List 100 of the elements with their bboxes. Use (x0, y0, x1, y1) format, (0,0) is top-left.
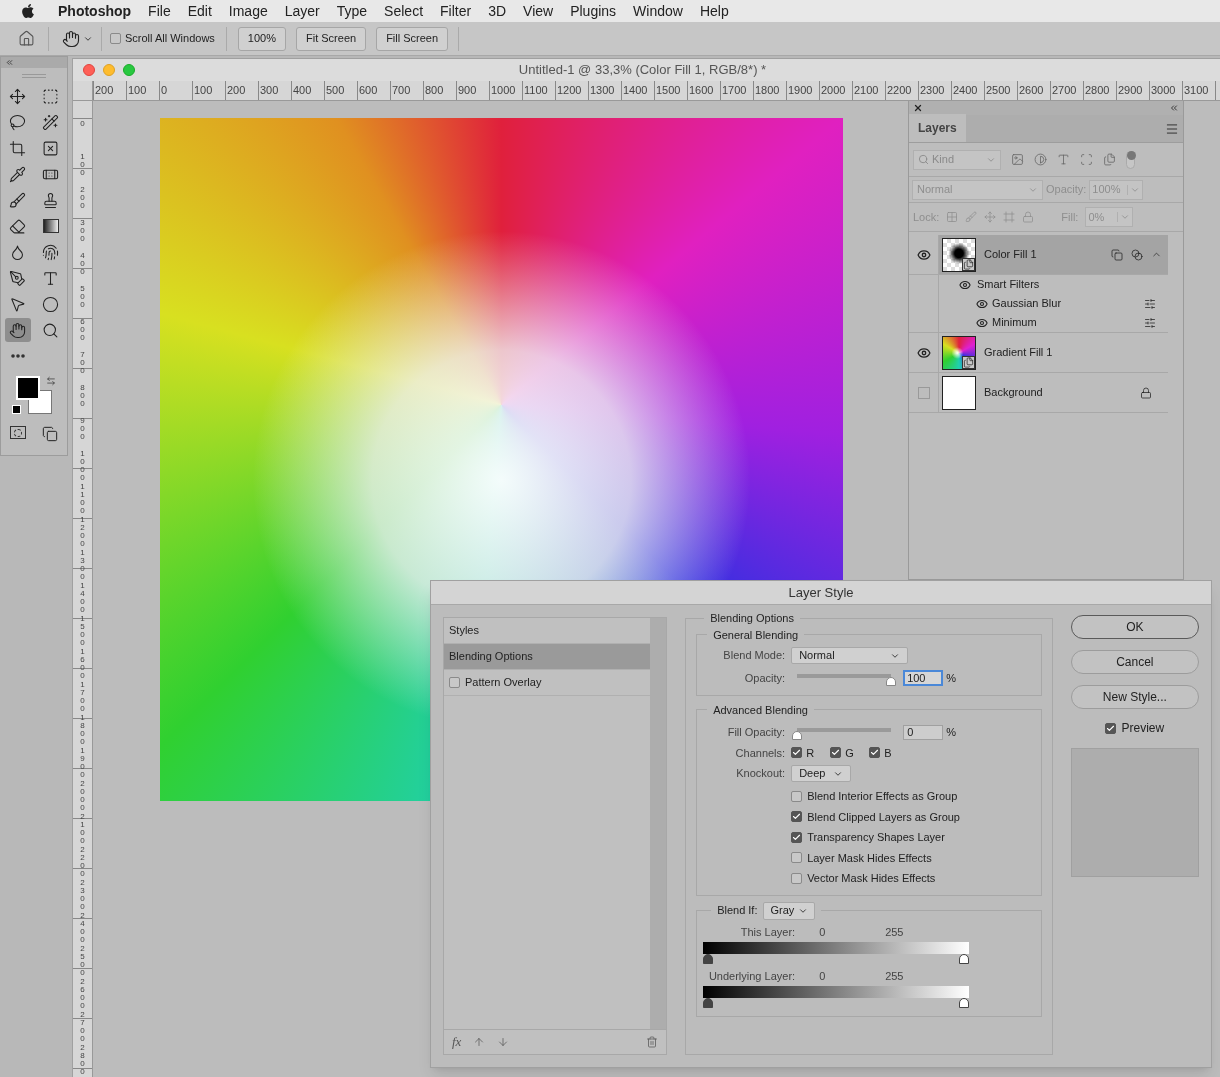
checkbox[interactable] (869, 747, 881, 759)
blend-mode-dropdown[interactable]: Normal (791, 647, 909, 664)
checkbox[interactable] (791, 872, 803, 884)
layer-row[interactable]: Color Fill 1 (939, 235, 1168, 274)
menu-item[interactable]: Image (228, 0, 268, 22)
channel-label: R (806, 745, 815, 761)
droplet-icon (9, 243, 26, 261)
checkbox[interactable] (449, 677, 460, 688)
style-list-item[interactable]: Blending Options (444, 644, 651, 670)
ruler-label: 1200 (79, 516, 86, 547)
menu-item[interactable]: Window (633, 0, 683, 22)
slider-thumb[interactable] (703, 953, 714, 964)
home-icon[interactable] (18, 30, 35, 47)
trash-icon[interactable] (646, 1036, 659, 1048)
slider-thumb[interactable] (886, 677, 897, 687)
zoom-button[interactable]: Fill Screen (376, 26, 449, 51)
knockout-label: Knockout: (735, 766, 787, 782)
ruler-label: 2900 (1117, 83, 1143, 98)
menu-item[interactable]: Plugins (570, 0, 617, 22)
filter-name[interactable]: Minimum (992, 314, 1140, 331)
collapse-icon[interactable] (5, 58, 14, 67)
menu-item[interactable]: View (523, 0, 554, 22)
dialog-title: Layer Style (788, 583, 854, 602)
opacity-field[interactable]: 100 (903, 670, 944, 687)
dialog-button[interactable]: New Style... (1070, 685, 1199, 709)
menu-item[interactable]: Edit (187, 0, 212, 22)
zoom-button[interactable]: Fit Screen (296, 26, 367, 51)
ruler-label: 0 (160, 83, 168, 98)
slider-label: Underlying Layer: (708, 969, 796, 985)
filter-options-icon[interactable] (1144, 297, 1156, 310)
checkbox[interactable] (791, 811, 803, 823)
menu-item[interactable]: Help (699, 0, 729, 22)
menu-item[interactable]: Layer (284, 0, 320, 22)
blend-if-dropdown[interactable]: Gray (763, 901, 816, 920)
filter-name[interactable]: Gaussian Blur (992, 295, 1140, 312)
fill-opacity-field[interactable]: 0 (903, 724, 944, 740)
visibility-toggle[interactable] (976, 316, 988, 329)
preview-checkbox[interactable] (1105, 722, 1117, 734)
checkbox[interactable] (830, 747, 842, 759)
visibility-toggle[interactable] (917, 386, 930, 399)
chevron-down-icon (1120, 212, 1131, 222)
layer-name: Gradient Fill 1 (984, 345, 1054, 361)
blend-mode-label: Blend Mode: (722, 648, 787, 664)
style-list-item[interactable]: Pattern Overlay (444, 670, 651, 696)
slider-value: 255 (885, 970, 904, 983)
checkbox[interactable] (791, 790, 803, 802)
menu-item[interactable]: File (148, 0, 171, 22)
ruler-label: 1000 (490, 83, 516, 98)
ruler-label: 1500 (655, 83, 681, 98)
menu-item[interactable]: 3D (488, 0, 507, 22)
ruler-label: 2200 (79, 846, 86, 877)
layer-row[interactable]: Background (939, 373, 1168, 412)
gradient-icon (42, 219, 59, 233)
eraser-icon (9, 217, 26, 235)
screen-mode-icon[interactable] (42, 426, 58, 442)
slider-thumb[interactable] (959, 953, 970, 964)
ruler-label: 200 (79, 186, 86, 212)
knockout-dropdown[interactable]: Deep (791, 765, 852, 782)
layers-tab[interactable]: Layers (909, 114, 966, 142)
checkbox[interactable] (110, 33, 121, 44)
checkbox[interactable] (791, 852, 803, 864)
ruler-label: 700 (79, 351, 86, 377)
menu-item[interactable]: Select (384, 0, 424, 22)
tool-preset-picker[interactable] (62, 29, 93, 48)
filter-options-icon[interactable] (1144, 316, 1156, 329)
checker-icon[interactable] (946, 211, 959, 223)
checkbox[interactable] (791, 747, 803, 759)
ruler-label: 500 (79, 285, 86, 311)
close-window-button[interactable] (83, 64, 95, 76)
fx-button[interactable]: fx (452, 1032, 462, 1052)
apple-icon[interactable] (20, 3, 36, 19)
slider-thumb[interactable] (792, 731, 803, 741)
slider-thumb[interactable] (959, 997, 970, 1008)
ruler-label: 2500 (79, 945, 86, 976)
visibility-toggle[interactable] (916, 247, 931, 262)
app-menu[interactable]: Photoshop (58, 0, 132, 22)
checkbox[interactable] (791, 831, 803, 843)
visibility-toggle[interactable] (959, 278, 971, 291)
ruler-label: 1900 (787, 83, 813, 98)
ruler-label: 600 (79, 318, 86, 344)
visibility-toggle[interactable] (916, 345, 931, 360)
blend-if-label: Blend If: (717, 903, 758, 919)
menu-item[interactable]: Type (336, 0, 368, 22)
zoom-button[interactable]: 100% (237, 26, 286, 51)
layer-row[interactable]: Gradient Fill 1 (939, 333, 1168, 372)
ruler-label: 700 (391, 83, 411, 98)
quick-mask-icon[interactable] (10, 426, 26, 439)
visibility-toggle[interactable] (976, 297, 988, 310)
slider-thumb[interactable] (703, 997, 714, 1008)
dialog-button[interactable]: Cancel (1070, 650, 1199, 674)
tool-button[interactable] (4, 318, 31, 342)
dialog-button[interactable]: OK (1070, 615, 1199, 639)
ellipse-icon (42, 295, 59, 313)
pen-icon (9, 269, 26, 287)
slider-value: 0 (819, 970, 826, 983)
filter-toggle[interactable] (1126, 150, 1135, 169)
menu-icon[interactable] (1165, 121, 1179, 136)
slider-value: 255 (885, 926, 904, 939)
menu-item[interactable]: Filter (440, 0, 472, 22)
ruler-label: 2300 (919, 83, 945, 98)
